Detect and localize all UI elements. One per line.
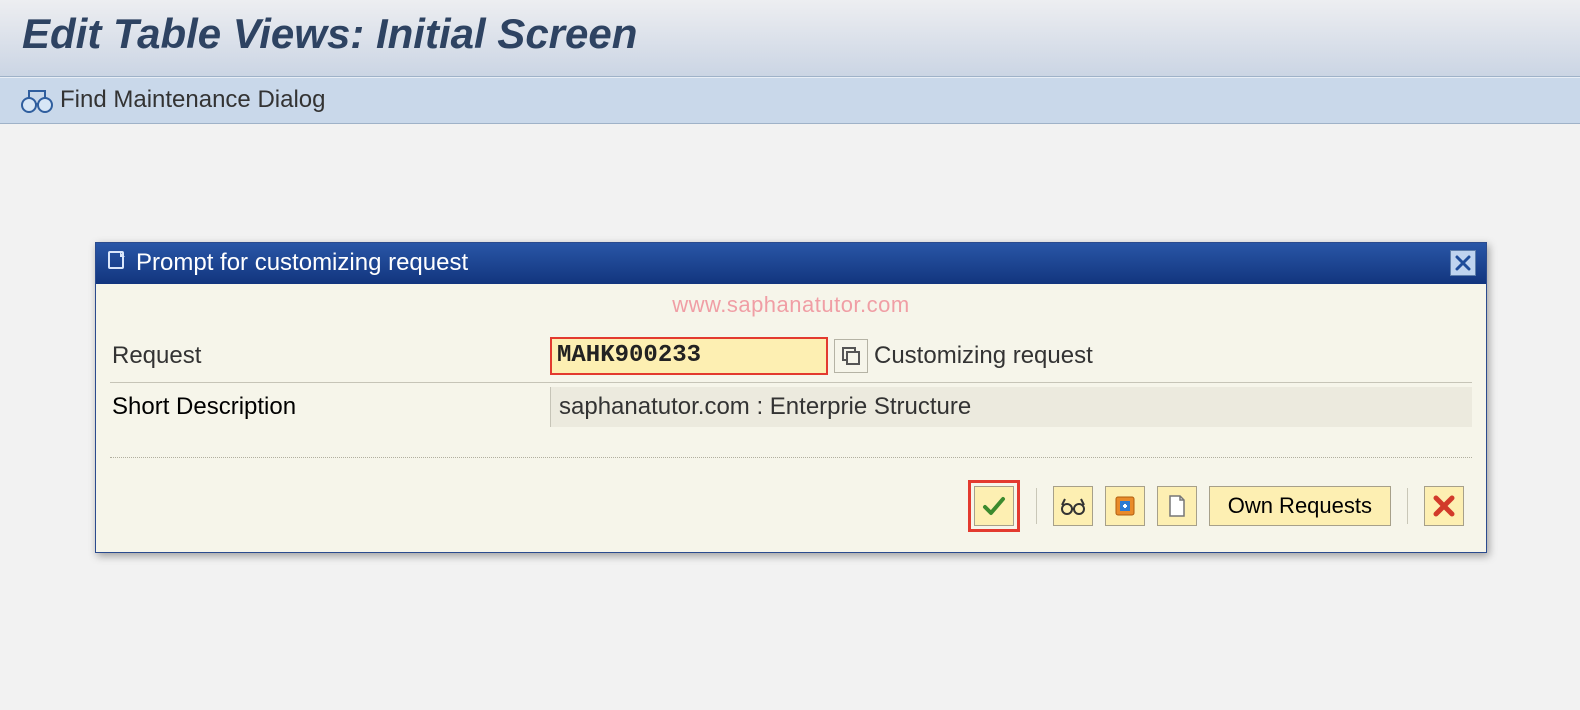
short-description-row: Short Description xyxy=(110,382,1472,431)
request-label: Request xyxy=(110,336,550,376)
value-help-icon xyxy=(841,346,861,366)
new-document-button[interactable] xyxy=(1157,486,1197,526)
page-title-bar: Edit Table Views: Initial Screen xyxy=(0,0,1580,77)
own-requests-button[interactable]: Own Requests xyxy=(1209,486,1391,526)
page-title: Edit Table Views: Initial Screen xyxy=(22,10,1558,58)
accept-button[interactable] xyxy=(974,486,1014,526)
binoculars-icon xyxy=(20,86,54,115)
request-type-text: Customizing request xyxy=(874,342,1093,370)
dialog-icon xyxy=(106,249,128,278)
cancel-icon xyxy=(1433,495,1455,517)
dialog-footer: Own Requests xyxy=(110,457,1472,532)
value-help-button[interactable] xyxy=(834,339,868,373)
cancel-button[interactable] xyxy=(1424,486,1464,526)
glasses-icon xyxy=(1060,495,1086,517)
dialog-title: Prompt for customizing request xyxy=(136,249,1450,277)
request-row: Request Customizing request xyxy=(110,336,1472,376)
customizing-request-dialog: Prompt for customizing request www.sapha… xyxy=(95,242,1487,553)
work-area: Prompt for customizing request www.sapha… xyxy=(0,124,1580,674)
application-toolbar: Find Maintenance Dialog xyxy=(0,77,1580,124)
separator xyxy=(1407,488,1408,524)
close-icon xyxy=(1455,255,1471,271)
dialog-body: Request Customizing request Short xyxy=(96,284,1486,552)
accept-highlight xyxy=(968,480,1020,532)
short-description-label: Short Description xyxy=(110,383,550,431)
display-button[interactable] xyxy=(1053,486,1093,526)
transport-icon xyxy=(1113,494,1137,518)
separator xyxy=(1036,488,1037,524)
dialog-close-button[interactable] xyxy=(1450,250,1476,276)
document-icon xyxy=(1167,494,1187,518)
create-request-button[interactable] xyxy=(1105,486,1145,526)
short-description-input[interactable] xyxy=(550,387,1472,427)
checkmark-icon xyxy=(982,494,1006,518)
dialog-titlebar: Prompt for customizing request xyxy=(96,243,1486,284)
find-maintenance-dialog-button[interactable]: Find Maintenance Dialog xyxy=(60,86,326,114)
request-input[interactable] xyxy=(550,337,828,375)
